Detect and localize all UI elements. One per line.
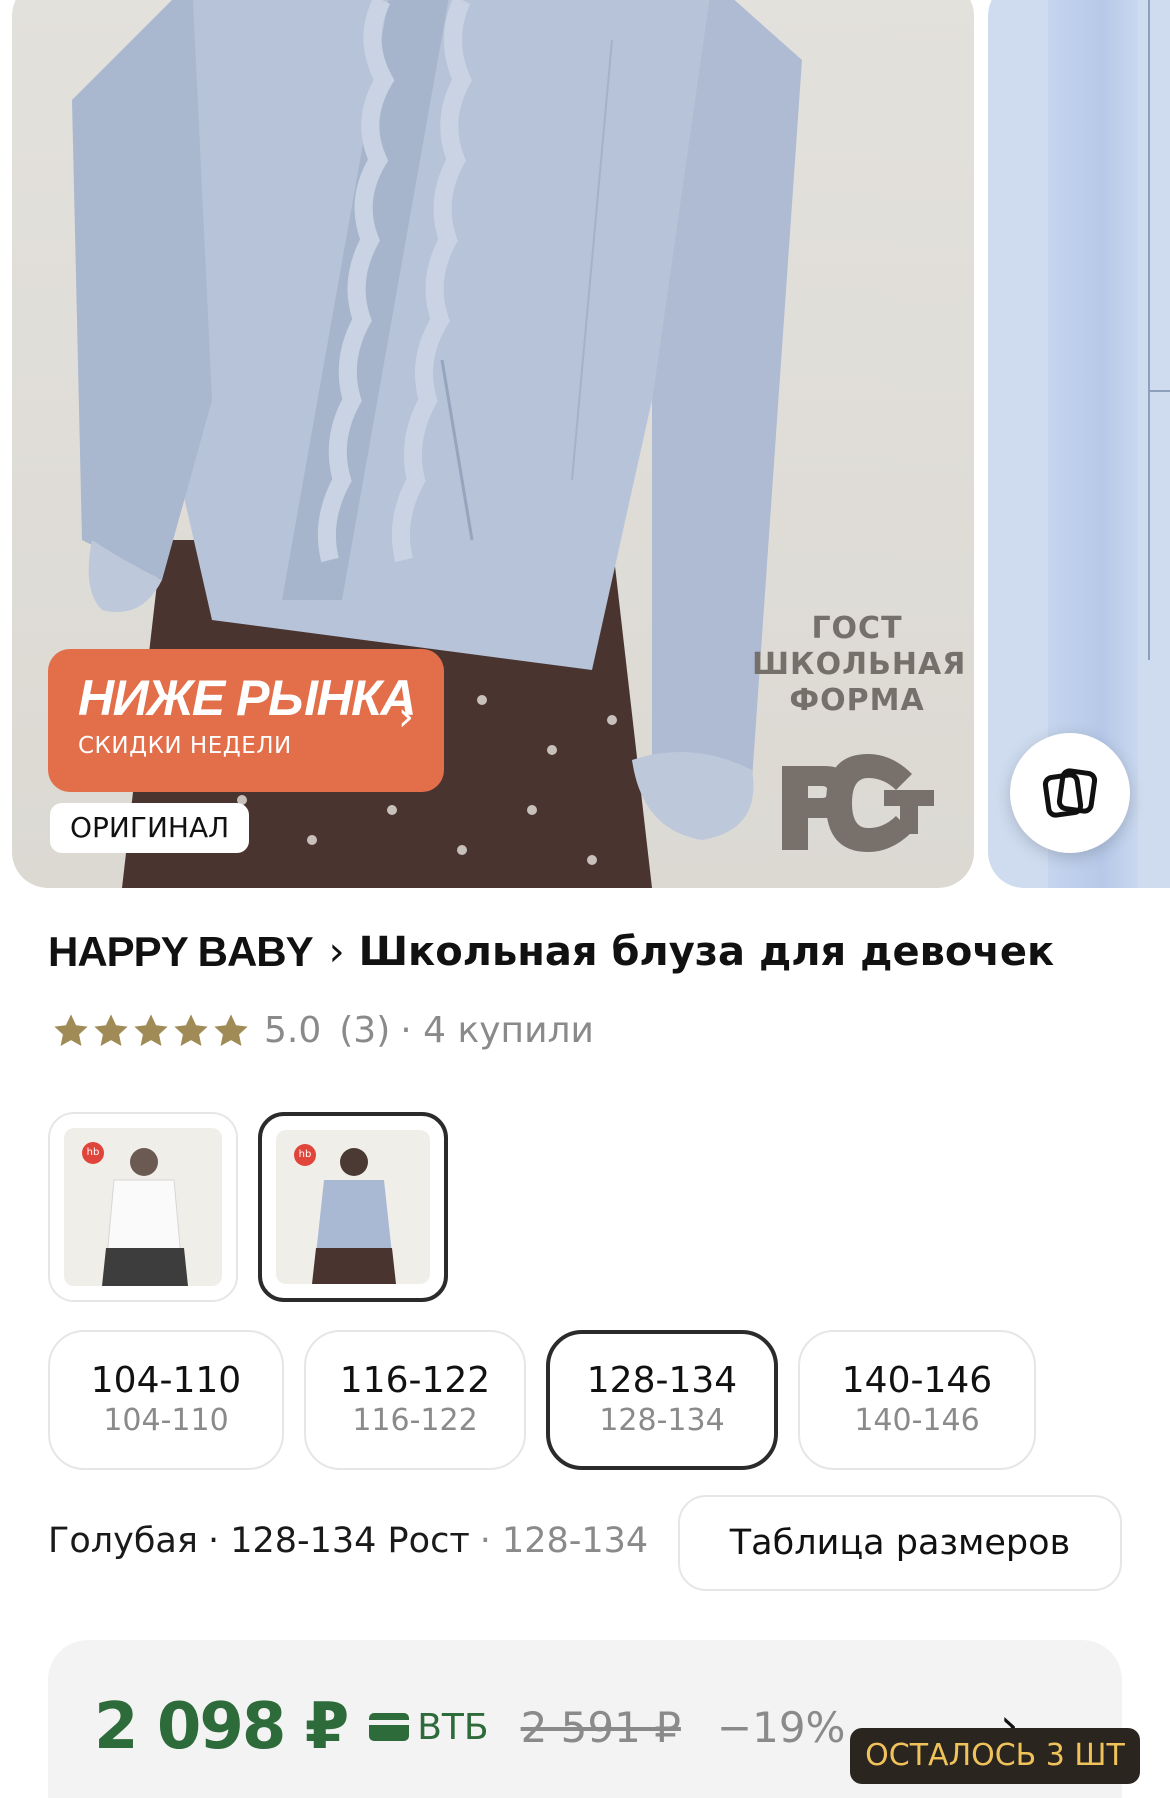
seam-line xyxy=(1148,0,1150,660)
promo-sticker[interactable]: НИЖЕ РЫНКА СКИДКИ НЕДЕЛИ › xyxy=(48,649,444,792)
chevron-right-icon[interactable]: › xyxy=(329,929,345,975)
rating-stars xyxy=(52,1012,250,1050)
size-option-selected[interactable]: 128-134 128-134 xyxy=(546,1330,778,1470)
selected-size: · 128-134 Рост xyxy=(207,1521,470,1561)
size-sub-label: 128-134 xyxy=(599,1403,725,1438)
compare-icon xyxy=(1042,768,1098,818)
size-sub-label: 116-122 xyxy=(352,1403,478,1438)
price-row: 2 098 ₽ ВТБ 2 591 ₽ −19% xyxy=(94,1690,845,1764)
bought-count: · 4 купили xyxy=(400,1010,594,1051)
size-sub-label: 104-110 xyxy=(103,1403,229,1438)
size-main-label: 128-134 xyxy=(586,1360,738,1401)
star-icon xyxy=(174,1013,208,1046)
star-icon xyxy=(54,1013,88,1046)
size-table-button[interactable]: Таблица размеров xyxy=(678,1495,1122,1591)
rating-value: 5.0 xyxy=(264,1010,322,1051)
selected-size-extra: · 128-134 xyxy=(479,1521,649,1561)
white-blouse-image xyxy=(102,1148,188,1286)
gost-line-2: ШКОЛЬНАЯ xyxy=(752,647,967,682)
size-option[interactable]: 104-110 104-110 xyxy=(48,1330,284,1470)
star-icon xyxy=(214,1013,248,1046)
product-photo-main[interactable]: НИЖЕ РЫНКА СКИДКИ НЕДЕЛИ › ОРИГИНАЛ ГОСТ… xyxy=(12,0,974,888)
current-price: 2 098 ₽ xyxy=(94,1690,349,1764)
bank-label: ВТБ xyxy=(369,1706,489,1748)
variant-blue[interactable]: hb xyxy=(258,1112,448,1302)
gost-label: ГОСТ ШКОЛЬНАЯ ФОРМА xyxy=(752,611,967,719)
variant-thumbnail: hb xyxy=(276,1130,430,1284)
size-option[interactable]: 140-146 140-146 xyxy=(798,1330,1036,1470)
stock-badge: ОСТАЛОСЬ 3 ШТ xyxy=(850,1728,1140,1784)
brand-link[interactable]: HAPPY BABY xyxy=(48,928,314,976)
selection-summary: Голубая · 128-134 Рост · 128-134 xyxy=(48,1496,648,1586)
blue-blouse-image xyxy=(312,1148,396,1284)
original-badge: ОРИГИНАЛ xyxy=(50,803,250,853)
promo-sticker-subtitle: СКИДКИ НЕДЕЛИ xyxy=(78,733,292,759)
size-sub-label: 140-146 xyxy=(854,1403,980,1438)
gost-line-3: ФОРМА xyxy=(789,683,925,718)
product-gallery[interactable]: НИЖЕ РЫНКА СКИДКИ НЕДЕЛИ › ОРИГИНАЛ ГОСТ… xyxy=(0,0,1170,888)
variant-white[interactable]: hb xyxy=(48,1112,238,1302)
size-main-label: 140-146 xyxy=(841,1360,993,1401)
seam-line xyxy=(1148,390,1170,392)
size-main-label: 104-110 xyxy=(90,1360,242,1401)
star-icon xyxy=(134,1013,168,1046)
card-icon xyxy=(369,1713,410,1741)
rst-logo-icon xyxy=(782,754,934,852)
reviews-count[interactable]: (3) xyxy=(339,1010,390,1051)
star-icon xyxy=(94,1013,128,1046)
variant-thumbnail: hb xyxy=(64,1128,222,1286)
promo-sticker-title: НИЖЕ РЫНКА xyxy=(78,670,416,726)
product-title: Школьная блуза для девочек xyxy=(358,929,1055,975)
compare-button[interactable] xyxy=(1010,733,1130,853)
chevron-right-icon: › xyxy=(398,694,414,740)
bank-name: ВТБ xyxy=(417,1706,489,1748)
gost-line-1: ГОСТ xyxy=(811,611,903,646)
size-main-label: 116-122 xyxy=(339,1360,491,1401)
selected-color: Голубая xyxy=(48,1521,198,1561)
size-option[interactable]: 116-122 116-122 xyxy=(304,1330,526,1470)
discount-percent: −19% xyxy=(716,1702,846,1752)
old-price: 2 591 ₽ xyxy=(520,1702,681,1752)
color-variants: hb hb xyxy=(48,1112,448,1302)
size-selector: 104-110 104-110 116-122 116-122 128-134 … xyxy=(48,1330,1036,1470)
rating-row[interactable]: 5.0 (3) · 4 купили xyxy=(52,1010,594,1051)
product-title-row: HAPPY BABY › Школьная блуза для девочек xyxy=(48,928,1054,976)
